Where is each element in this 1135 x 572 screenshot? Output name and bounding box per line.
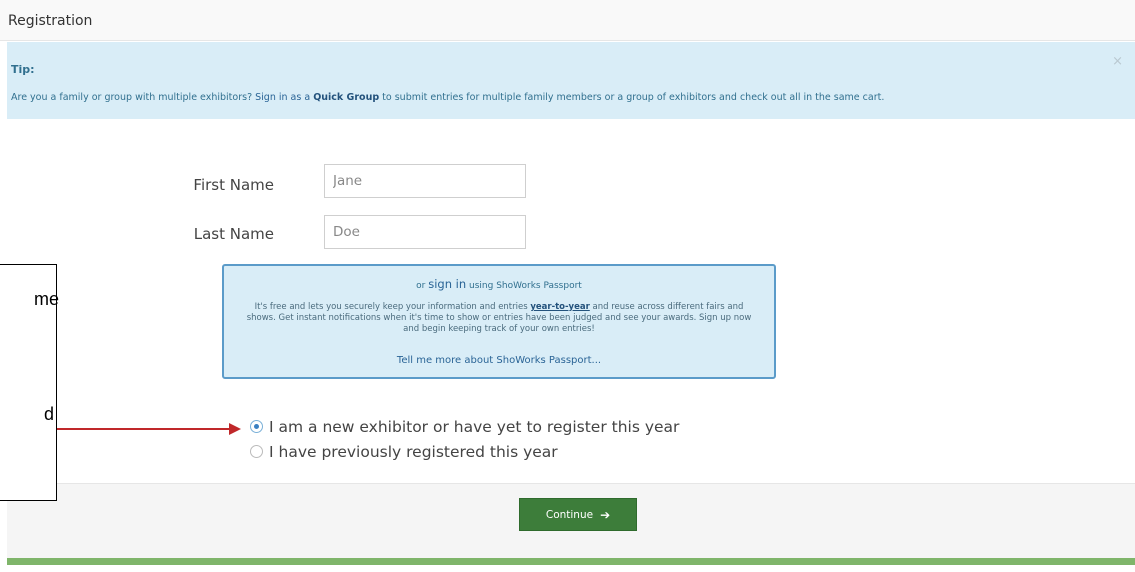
radio-unchecked-icon[interactable]	[250, 445, 263, 458]
accent-divider	[7, 558, 1135, 565]
annotation-text-2: d	[44, 404, 55, 424]
arrow-right-icon: ➔	[600, 507, 611, 522]
first-name-label: First Name	[193, 176, 274, 194]
passport-signin-line: or sign in using ShoWorks Passport	[224, 277, 774, 291]
previously-registered-option[interactable]: I have previously registered this year	[250, 443, 558, 461]
passport-description: It's free and lets you securely keep you…	[244, 302, 754, 335]
radio-checked-icon[interactable]	[250, 420, 263, 433]
quick-group-link[interactable]: Quick Group	[313, 92, 379, 103]
last-name-label: Last Name	[193, 225, 274, 243]
page-title: Registration	[8, 13, 93, 29]
passport-info-box: or sign in using ShoWorks Passport It's …	[222, 264, 776, 379]
page-header: Registration	[0, 0, 1135, 41]
tip-text-before: Are you a family or group with multiple …	[11, 92, 256, 103]
continue-label: Continue	[545, 508, 594, 521]
passport-using-text: using ShoWorks Passport	[466, 281, 582, 291]
previously-registered-label: I have previously registered this year	[269, 443, 558, 461]
new-exhibitor-option[interactable]: I am a new exhibitor or have yet to regi…	[250, 418, 679, 436]
year-to-year-link[interactable]: year-to-year	[530, 302, 589, 312]
passport-or-text: or	[416, 281, 429, 291]
annotation-callout: me d	[0, 264, 60, 501]
tip-text-after: to submit entries for multiple family me…	[379, 92, 885, 103]
last-name-field[interactable]	[324, 215, 526, 249]
annotation-arrow-head-icon	[229, 423, 241, 435]
tip-alert: Tip: Are you a family or group with mult…	[7, 42, 1135, 119]
annotation-text-1: me	[34, 289, 60, 309]
passport-body-before: It's free and lets you securely keep you…	[254, 302, 531, 312]
first-name-field[interactable]	[324, 164, 526, 198]
tip-heading: Tip:	[11, 63, 35, 76]
passport-more-link[interactable]: Tell me more about ShoWorks Passport...	[224, 355, 774, 366]
annotation-arrow-line	[57, 428, 232, 430]
passport-signin-link[interactable]: sign in	[428, 277, 466, 291]
new-exhibitor-label: I am a new exhibitor or have yet to regi…	[269, 418, 680, 436]
continue-button[interactable]: Continue ➔	[519, 498, 637, 531]
quick-group-signin-link[interactable]: Sign in as a	[255, 92, 313, 103]
close-icon[interactable]: ×	[1112, 54, 1123, 69]
tip-message: Are you a family or group with multiple …	[11, 92, 884, 103]
